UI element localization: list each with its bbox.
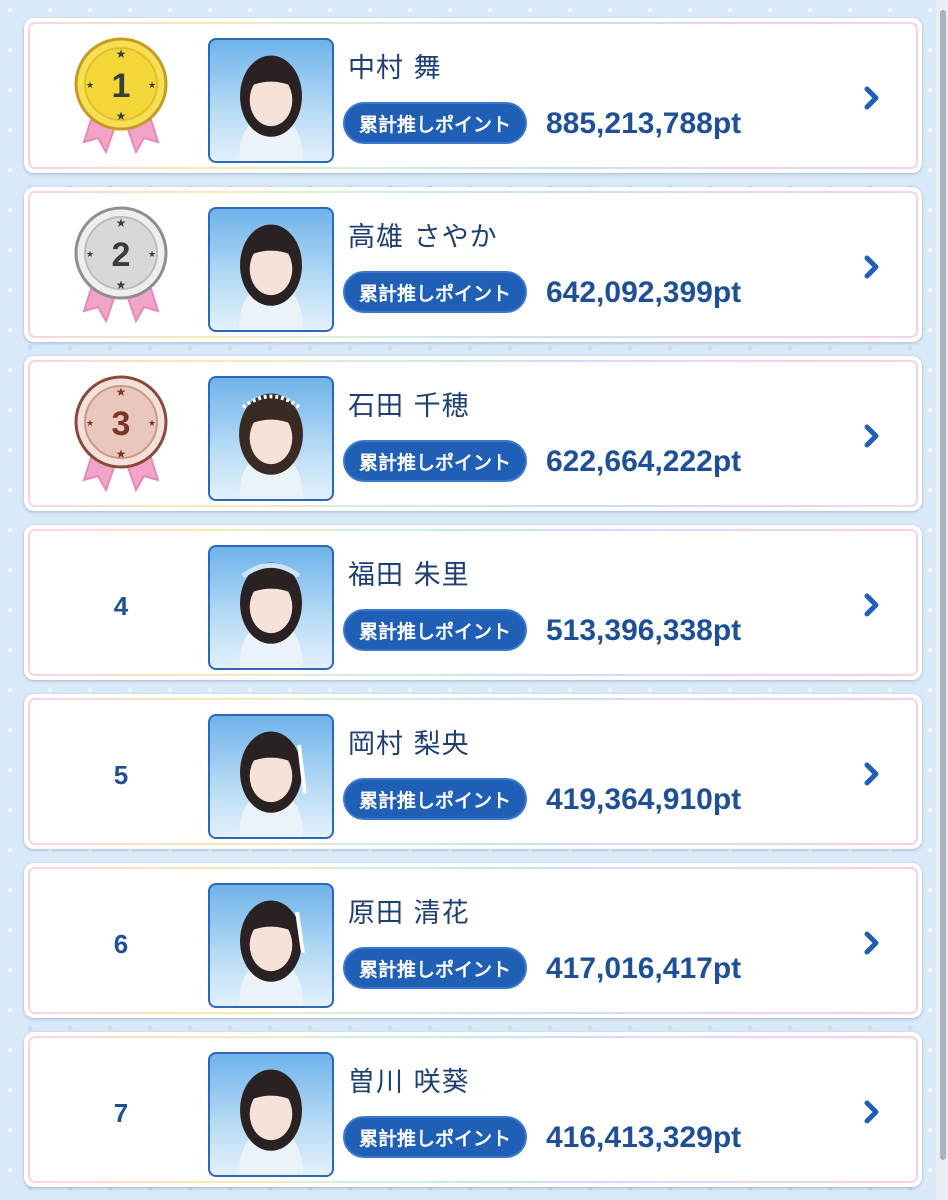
member-name: 中村 舞 [348,53,442,84]
svg-text:★: ★ [86,419,94,429]
portrait-image [239,731,307,837]
gold-medal-icon: ★ ★ ★ ★ 1 [74,37,168,155]
cumulative-points-badge: 累計推しポイント [343,778,528,820]
rank-label: 6 [58,877,184,1011]
member-photo [208,1052,334,1177]
member-name: 曽川 咲葵 [348,1067,470,1098]
points-value: 622,664,222pt [546,445,742,478]
member-name: 原田 清花 [348,898,470,929]
portrait-image [239,224,303,330]
svg-text:★: ★ [116,109,127,123]
member-name: 高雄 さやか [348,222,498,253]
silver-medal-icon: ★ ★ ★ ★ 2 [74,206,168,324]
rank-number: 7 [113,1097,129,1128]
ranking-card[interactable]: ★ ★ ★ ★ 3 石田 千穂 累計推しポイント 622,664,222pt [24,356,922,511]
cumulative-points-badge: 累計推しポイント [343,947,528,989]
rank-number: 4 [113,590,129,621]
member-photo [208,38,334,163]
portrait-image [239,562,303,668]
ranking-card[interactable]: ★ ★ ★ ★ 2 高雄 さやか 累計推しポイント 642,092,399pt [24,187,922,342]
cumulative-points-badge: 累計推しポイント [343,271,528,313]
rank-number: 5 [113,759,129,790]
rank-medal: ★ ★ ★ ★ 1 [58,32,184,166]
points-value: 416,413,329pt [546,1121,742,1154]
ranking-card[interactable]: 6 原田 清花 累計推しポイント 417,016,417pt [24,863,922,1018]
points-value: 642,092,399pt [546,276,742,309]
cumulative-points-badge: 累計推しポイント [343,1116,528,1158]
svg-text:★: ★ [116,278,127,292]
ranking-card[interactable]: 5 岡村 梨央 累計推しポイント 419,364,910pt [24,694,922,849]
cumulative-points-badge: 累計推しポイント [343,440,528,482]
svg-text:★: ★ [148,250,156,260]
member-photo [208,714,334,839]
chevron-right-icon[interactable] [860,247,884,287]
member-name: 岡村 梨央 [348,729,470,760]
member-photo [208,883,334,1008]
cumulative-points-badge: 累計推しポイント [343,609,528,651]
portrait-image [239,900,305,1006]
rank-label: 4 [58,539,184,673]
points-value: 885,213,788pt [546,107,742,140]
svg-text:★: ★ [148,81,156,91]
bronze-medal-icon: ★ ★ ★ ★ 3 [74,375,168,493]
scrollbar[interactable] [936,0,948,1200]
member-photo [208,545,334,670]
points-value: 417,016,417pt [546,952,742,985]
portrait-image [239,393,303,499]
rank-number: 1 [112,67,131,105]
rank-medal: ★ ★ ★ ★ 2 [58,201,184,335]
ranking-card[interactable]: ★ ★ ★ ★ 1 中村 舞 累計推しポイント 885,213,788pt [24,18,922,173]
member-photo [208,376,334,501]
points-value: 419,364,910pt [546,783,742,816]
rank-label: 5 [58,708,184,842]
chevron-right-icon[interactable] [860,585,884,625]
svg-text:★: ★ [86,81,94,91]
scrollbar-thumb[interactable] [940,10,946,1160]
portrait-image [239,55,303,161]
svg-text:★: ★ [116,385,127,399]
chevron-right-icon[interactable] [860,1092,884,1132]
chevron-right-icon[interactable] [860,923,884,963]
svg-text:★: ★ [86,250,94,260]
ranking-list: ★ ★ ★ ★ 1 中村 舞 累計推しポイント 885,213,788pt ★ … [24,18,924,1200]
svg-text:★: ★ [148,419,156,429]
rank-label: 7 [58,1046,184,1180]
member-name: 石田 千穂 [348,391,470,422]
rank-number: 6 [113,928,129,959]
chevron-right-icon[interactable] [860,78,884,118]
svg-text:★: ★ [116,216,127,230]
rank-number: 2 [112,236,131,274]
portrait-image [239,1069,303,1175]
svg-text:★: ★ [116,47,127,61]
chevron-right-icon[interactable] [860,416,884,456]
member-photo [208,207,334,332]
ranking-card[interactable]: 4 福田 朱里 累計推しポイント 513,396,338pt [24,525,922,680]
svg-text:★: ★ [116,447,127,461]
chevron-right-icon[interactable] [860,754,884,794]
points-value: 513,396,338pt [546,614,742,647]
rank-medal: ★ ★ ★ ★ 3 [58,370,184,504]
cumulative-points-badge: 累計推しポイント [343,102,528,144]
member-name: 福田 朱里 [348,560,470,591]
rank-number: 3 [112,405,131,443]
ranking-card[interactable]: 7 曽川 咲葵 累計推しポイント 416,413,329pt [24,1032,922,1187]
